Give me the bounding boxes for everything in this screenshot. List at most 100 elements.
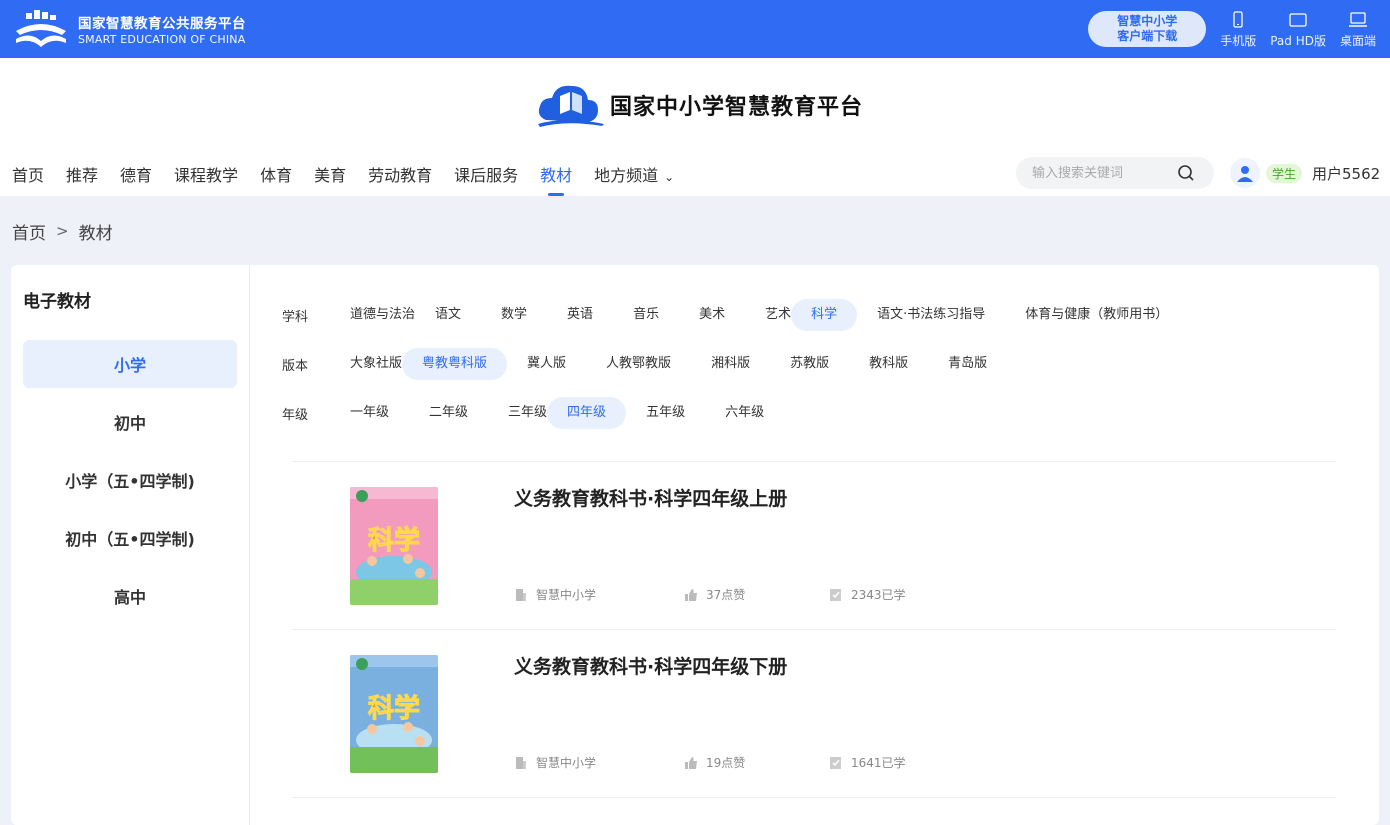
nav-arts[interactable]: 美育 — [314, 150, 346, 196]
subject-chip[interactable]: 数学 — [501, 299, 567, 331]
learned-count: 2343已学 — [851, 588, 906, 602]
book-item[interactable]: 科学 义务教育教科书·科学四年级下册 智慧中小学 19点赞 1641已学 — [292, 629, 1336, 797]
nav-textbooks[interactable]: 教材 — [540, 150, 572, 196]
laptop-icon — [1348, 11, 1367, 27]
subject-chip[interactable]: 语文 — [435, 299, 501, 331]
platform-brand[interactable]: 国家智慧教育公共服务平台 SMART EDUCATION OF CHINA — [12, 9, 246, 49]
subject-chip[interactable]: 英语 — [567, 299, 633, 331]
device-label: 手机版 — [1220, 33, 1257, 48]
sidebar-item-senior[interactable]: 高中 — [23, 572, 237, 620]
subject-chip[interactable]: 道德与法治 — [350, 299, 435, 331]
subject-filter: 学科 道德与法治 语文 数学 英语 音乐 美术 艺术 科学 语文·书法练习指导 … — [282, 299, 1379, 331]
publisher-name: 智慧中小学 — [536, 756, 597, 770]
building-icon — [516, 588, 526, 601]
edition-chip[interactable]: 冀人版 — [527, 348, 606, 380]
download-label-line2: 客户端下载 — [1117, 29, 1178, 43]
publisher: 智慧中小学 — [514, 754, 684, 771]
download-label-line1: 智慧中小学 — [1117, 14, 1178, 28]
thumbs-up-icon — [685, 756, 697, 769]
subject-chip[interactable]: 美术 — [699, 299, 765, 331]
breadcrumb-separator: > — [56, 222, 69, 240]
chevron-down-icon: ⌄ — [664, 170, 675, 184]
edition-chip-active[interactable]: 粤教粤科版 — [402, 348, 508, 380]
nav-courses[interactable]: 课程教学 — [174, 150, 238, 196]
sidebar-item-junior[interactable]: 初中 — [23, 398, 237, 446]
nav-after-school[interactable]: 课后服务 — [454, 150, 518, 196]
grade-chip[interactable]: 一年级 — [350, 397, 429, 429]
site-logo[interactable]: 国家中小学智慧教育平台 — [536, 80, 863, 130]
book-cover[interactable]: 科学 — [350, 487, 438, 605]
publisher: 智慧中小学 — [514, 586, 684, 603]
sidebar-item-primary-54[interactable]: 小学（五•四学制) — [23, 456, 237, 504]
cloud-book-logo-icon — [538, 85, 604, 127]
book-list: 科学 义务教育教科书·科学四年级上册 智慧中小学 37点赞 2343已学 科学 … — [292, 461, 1336, 798]
grade-filter: 年级 一年级 二年级 三年级 四年级 五年级 六年级 — [282, 397, 1379, 429]
book-meta: 智慧中小学 37点赞 2343已学 — [514, 586, 906, 603]
subject-chip[interactable]: 体育与健康（教师用书） — [1025, 299, 1188, 331]
content-area: 学科 道德与法治 语文 数学 英语 音乐 美术 艺术 科学 语文·书法练习指导 … — [250, 265, 1379, 825]
avatar — [1230, 158, 1260, 188]
role-badge: 学生 — [1266, 163, 1303, 183]
user-menu[interactable]: 学生 用户5562 — [1230, 158, 1380, 188]
sidebar: 电子教材 小学 初中 小学（五•四学制) 初中（五•四学制) 高中 — [11, 265, 250, 825]
subject-chip[interactable]: 音乐 — [633, 299, 699, 331]
grade-chip[interactable]: 六年级 — [725, 397, 784, 429]
subject-chip[interactable]: 语文·书法练习指导 — [877, 299, 1025, 331]
client-download-button[interactable]: 智慧中小学 客户端下载 — [1088, 11, 1207, 47]
edition-chip[interactable]: 教科版 — [869, 348, 948, 380]
edition-chip[interactable]: 人教鄂教版 — [606, 348, 711, 380]
checklist-icon — [830, 756, 841, 769]
book-cover[interactable]: 科学 — [350, 655, 438, 773]
publisher-name: 智慧中小学 — [536, 588, 597, 602]
nav-labor[interactable]: 劳动教育 — [368, 150, 432, 196]
likes: 37点赞 — [684, 586, 829, 603]
top-bar: 国家智慧教育公共服务平台 SMART EDUCATION OF CHINA 智慧… — [0, 0, 1390, 58]
edition-chip[interactable]: 青岛版 — [948, 348, 1007, 380]
search-box — [1016, 157, 1214, 189]
header-tools: 学生 用户5562 — [1016, 150, 1380, 196]
book-item[interactable]: 科学 义务教育教科书·科学四年级上册 智慧中小学 37点赞 2343已学 — [292, 461, 1336, 629]
nav-moral[interactable]: 德育 — [120, 150, 152, 196]
book-cover-art-icon: 科学 — [350, 487, 438, 605]
edition-chip[interactable]: 苏教版 — [790, 348, 869, 380]
sidebar-item-junior-54[interactable]: 初中（五•四学制) — [23, 514, 237, 562]
breadcrumb-current: 教材 — [78, 223, 113, 244]
site-header: 国家中小学智慧教育平台 首页 推荐 德育 课程教学 体育 美育 劳动教育 课后服… — [0, 58, 1390, 196]
phone-icon — [1233, 10, 1243, 28]
grade-chip[interactable]: 五年级 — [646, 397, 725, 429]
sidebar-item-primary[interactable]: 小学 — [23, 340, 237, 388]
subject-chip-active[interactable]: 科学 — [791, 299, 858, 331]
cover-title: 科学 — [368, 525, 420, 556]
grade-chip[interactable]: 二年级 — [429, 397, 508, 429]
device-label: 桌面端 — [1339, 33, 1376, 48]
book-cover-art-icon: 科学 — [350, 655, 438, 773]
book-meta: 智慧中小学 19点赞 1641已学 — [514, 754, 906, 771]
learned: 2343已学 — [829, 586, 906, 603]
checklist-icon — [830, 588, 841, 601]
nav-sports[interactable]: 体育 — [260, 150, 292, 196]
nav-home[interactable]: 首页 — [12, 150, 44, 196]
filter-label: 版本 — [282, 358, 309, 374]
breadcrumb-home[interactable]: 首页 — [12, 219, 46, 244]
edition-chip[interactable]: 湘科版 — [711, 348, 790, 380]
likes-count: 37点赞 — [706, 588, 746, 602]
nav-recommend[interactable]: 推荐 — [66, 150, 98, 196]
book-title[interactable]: 义务教育教科书·科学四年级上册 — [514, 484, 787, 511]
likes-count: 19点赞 — [706, 756, 746, 770]
nav-local-channel[interactable]: 地方频道 ⌄ — [594, 150, 674, 196]
search-icon[interactable] — [1176, 163, 1196, 183]
device-mobile[interactable]: 手机版 — [1220, 10, 1256, 49]
book-title[interactable]: 义务教育教科书·科学四年级下册 — [514, 652, 787, 679]
likes: 19点赞 — [684, 754, 829, 771]
learned: 1641已学 — [829, 754, 906, 771]
thumbs-up-icon — [685, 588, 697, 601]
learned-count: 1641已学 — [851, 756, 906, 770]
device-desktop[interactable]: 桌面端 — [1340, 10, 1376, 49]
device-pad[interactable]: Pad HD版 — [1270, 10, 1326, 49]
building-icon — [516, 756, 526, 769]
nav-local-label: 地方频道 — [594, 166, 659, 185]
grade-chip-active[interactable]: 四年级 — [547, 397, 627, 429]
main-nav: 首页 推荐 德育 课程教学 体育 美育 劳动教育 课后服务 教材 地方频道 ⌄ 学… — [0, 150, 1390, 196]
main-panel: 电子教材 小学 初中 小学（五•四学制) 初中（五•四学制) 高中 学科 道德与… — [11, 265, 1379, 825]
user-icon — [1237, 166, 1253, 182]
